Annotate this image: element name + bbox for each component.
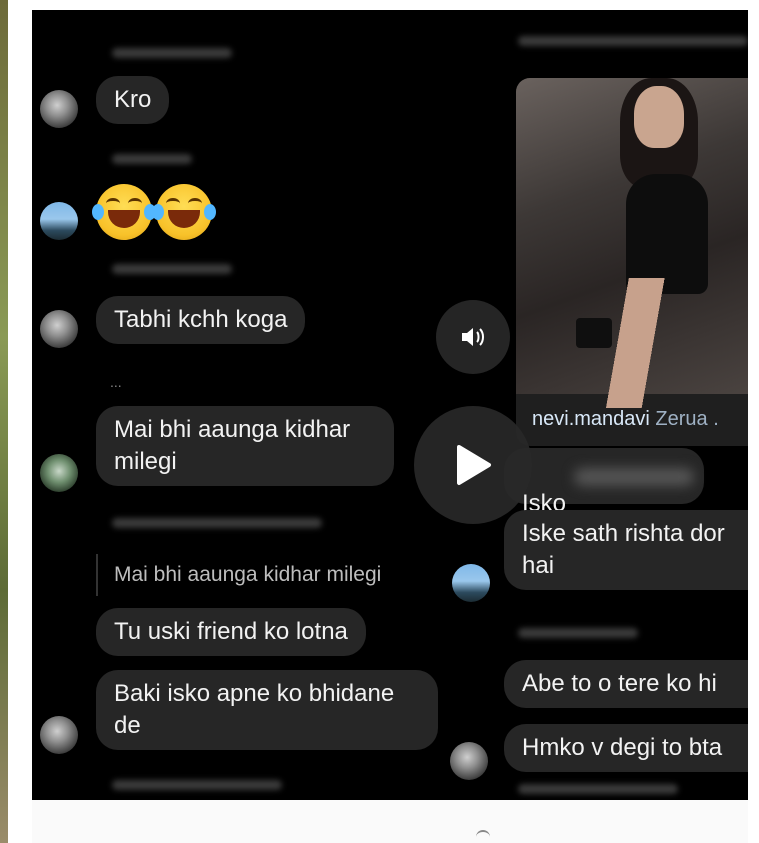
footer-indicator	[476, 830, 490, 838]
volume-icon	[462, 328, 484, 346]
reply-quote: Mai bhi aaunga kidhar milegi	[96, 554, 397, 596]
page-footer	[32, 800, 748, 843]
post-username[interactable]: nevi.mandavi	[532, 408, 650, 430]
emoji-message	[92, 184, 216, 240]
blurred-sender-name	[112, 48, 232, 58]
chat-screenshot: Kro Tabhi kchh koga ... Mai bhi aaunga k…	[32, 10, 748, 800]
neighbor-image-edge	[0, 0, 8, 843]
message-bubble: Iske sath rishta dor hai	[504, 510, 748, 590]
blurred-sender-name	[518, 628, 638, 638]
avatar	[40, 716, 78, 754]
typing-ellipsis: ...	[110, 374, 122, 390]
message-bubble: Kro	[96, 76, 170, 124]
avatar	[40, 90, 78, 128]
blurred-sender-name	[112, 154, 192, 164]
laughing-emoji-icon	[92, 184, 156, 240]
blurred-sender-name	[112, 264, 232, 274]
avatar	[452, 564, 490, 602]
message-bubble: Hmko v degi to bta	[504, 724, 748, 772]
play-button[interactable]	[414, 406, 532, 524]
message-bubble: Tu uski friend ko lotna	[96, 608, 366, 656]
avatar	[40, 454, 78, 492]
play-icon	[457, 445, 491, 485]
blurred-sender-name	[112, 780, 282, 790]
laughing-emoji-icon	[152, 184, 216, 240]
blurred-reply-header	[112, 518, 322, 528]
message-bubble: Baki isko apne ko bhidane de	[96, 670, 438, 750]
avatar	[40, 202, 78, 240]
shared-post-image	[516, 78, 748, 408]
blurred-text	[574, 468, 694, 486]
volume-button[interactable]	[436, 300, 510, 374]
blurred-sender-name	[518, 784, 678, 794]
message-bubble: Mai bhi aaunga kidhar milegi	[96, 406, 394, 486]
message-bubble: Abe to o tere ko hi	[504, 660, 748, 708]
avatar	[450, 742, 488, 780]
message-bubble: Tabhi kchh koga	[96, 296, 306, 344]
avatar	[40, 310, 78, 348]
shared-post-card[interactable]: nevi.mandavi Zerua .	[516, 78, 748, 446]
blurred-sender-name	[518, 36, 748, 46]
post-name: Zerua .	[655, 408, 719, 430]
post-caption: nevi.mandavi Zerua .	[532, 408, 719, 431]
